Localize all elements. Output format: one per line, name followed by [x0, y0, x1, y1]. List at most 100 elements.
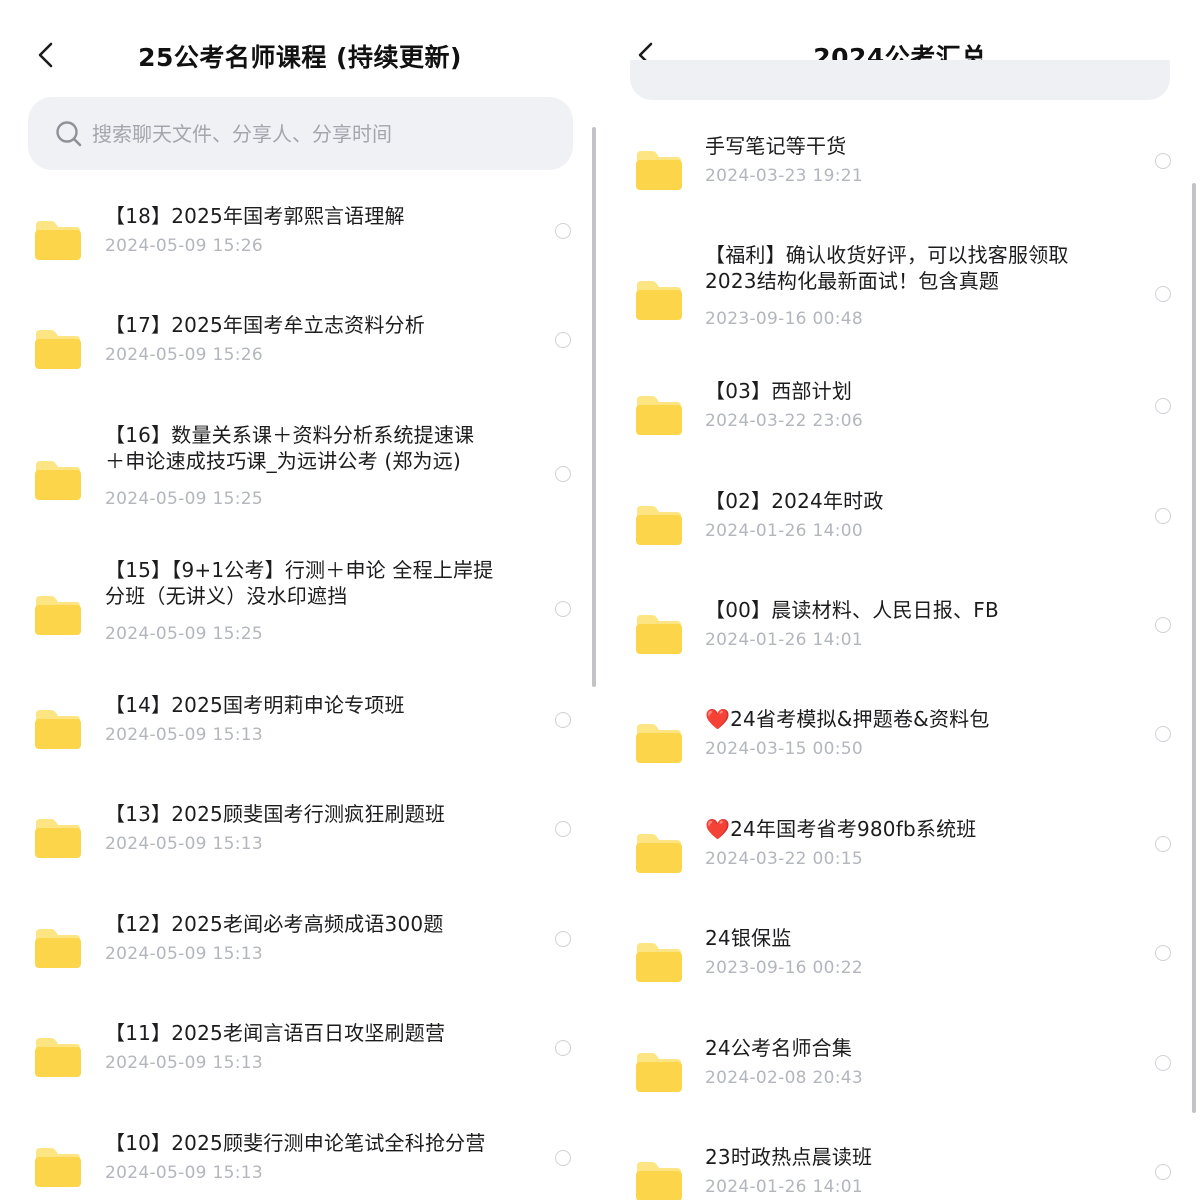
- select-radio[interactable]: [1155, 617, 1171, 633]
- list-item[interactable]: 【10】2025顾斐行测申论笔试全科抢分营 2024-05-09 15:13: [0, 1130, 600, 1200]
- folder-icon: [635, 1051, 683, 1093]
- scrollbar[interactable]: [1192, 183, 1196, 1113]
- file-name-text: 【17】2025年国考牟立志资料分析: [105, 313, 425, 337]
- file-name-text: 【14】2025国考明莉申论专项班: [105, 693, 405, 717]
- list-item[interactable]: 【14】2025国考明莉申论专项班 2024-05-09 15:13: [0, 692, 600, 792]
- file-name: 【17】2025年国考牟立志资料分析: [105, 312, 425, 338]
- file-date: 2023-09-16 00:48: [705, 309, 863, 329]
- file-name: 24银保监: [705, 925, 791, 951]
- list-item[interactable]: 【03】西部计划 2024-03-22 23:06: [600, 378, 1200, 478]
- scrollbar[interactable]: [592, 127, 596, 687]
- select-radio[interactable]: [555, 601, 571, 617]
- file-name: 【10】2025顾斐行测申论笔试全科抢分营: [105, 1130, 486, 1156]
- list-item[interactable]: 【17】2025年国考牟立志资料分析 2024-05-09 15:26: [0, 312, 600, 412]
- select-radio[interactable]: [1155, 726, 1171, 742]
- list-item[interactable]: 【12】2025老闻必考高频成语300题 2024-05-09 15:13: [0, 911, 600, 1011]
- file-name-text: 【11】2025老闻言语百日攻坚刷题营: [105, 1021, 446, 1045]
- folder-icon: [635, 279, 683, 321]
- select-radio[interactable]: [1155, 508, 1171, 524]
- file-date: 2023-09-16 00:22: [705, 958, 863, 978]
- list-item[interactable]: 【13】2025顾斐国考行测疯狂刷题班 2024-05-09 15:13: [0, 801, 600, 901]
- file-name: 【03】西部计划: [705, 378, 852, 404]
- search-icon: [56, 121, 82, 147]
- search-input[interactable]: [90, 115, 554, 153]
- file-name: 【02】2024年时政: [705, 488, 884, 514]
- select-radio[interactable]: [555, 1150, 571, 1166]
- folder-icon: [34, 1036, 82, 1078]
- file-date: 2024-03-23 19:21: [705, 166, 863, 186]
- file-name-text: 24银保监: [705, 926, 792, 950]
- search-box-partial[interactable]: [630, 60, 1170, 100]
- select-radio[interactable]: [1155, 153, 1171, 169]
- folder-icon: [34, 1146, 82, 1188]
- file-name: 【13】2025顾斐国考行测疯狂刷题班: [105, 801, 445, 827]
- list-item[interactable]: 23时政热点晨读班 2024-01-26 14:01: [600, 1144, 1200, 1200]
- list-item[interactable]: 24银保监 2023-09-16 00:22: [600, 925, 1200, 1025]
- select-radio[interactable]: [555, 223, 571, 239]
- folder-icon: [34, 817, 82, 859]
- file-date: 2024-05-09 15:13: [105, 944, 263, 964]
- file-name-text: 【13】2025顾斐国考行测疯狂刷题班: [105, 802, 446, 826]
- file-date: 2024-05-09 15:26: [105, 236, 263, 256]
- select-radio[interactable]: [1155, 945, 1171, 961]
- folder-icon: [34, 219, 82, 261]
- left-pane: 25公考名师课程 (持续更新) 【18】2025年国考郭熙言语理解 2024-05…: [0, 0, 600, 1200]
- file-name-text: 24公考名师合集: [705, 1036, 853, 1060]
- file-date: 2024-02-08 20:43: [705, 1068, 863, 1088]
- select-radio[interactable]: [555, 931, 571, 947]
- list-item[interactable]: 手写笔记等干货 2024-03-23 19:21: [600, 133, 1200, 233]
- list-item[interactable]: 【00】晨读材料、人民日报、FB 2024-01-26 14:01: [600, 597, 1200, 697]
- file-name: 【00】晨读材料、人民日报、FB: [705, 597, 999, 623]
- select-radio[interactable]: [555, 1040, 571, 1056]
- right-pane: 2024公考汇总 手写笔记等干货 2024-03-23 19:21 【福利】确认收货…: [600, 0, 1200, 1200]
- select-radio[interactable]: [1155, 1164, 1171, 1180]
- file-name: 23时政热点晨读班: [705, 1144, 872, 1170]
- file-date: 2024-03-15 00:50: [705, 739, 863, 759]
- list-item[interactable]: 【15】【9+1公考】行测＋申论 全程上岸提 分班（无讲义）没水印遮挡 2024-…: [0, 557, 600, 657]
- folder-icon: [635, 149, 683, 191]
- file-name-text: 手写笔记等干货: [705, 134, 847, 158]
- folder-icon: [34, 328, 82, 370]
- select-radio[interactable]: [1155, 836, 1171, 852]
- file-name: 【14】2025国考明莉申论专项班: [105, 692, 405, 718]
- file-date: 2024-05-09 15:13: [105, 1053, 263, 1073]
- select-radio[interactable]: [1155, 1055, 1171, 1071]
- select-radio[interactable]: [555, 466, 571, 482]
- select-radio[interactable]: [555, 821, 571, 837]
- folder-icon: [635, 394, 683, 436]
- list-item[interactable]: ❤️24省考模拟&押题卷&资料包 2024-03-15 00:50: [600, 706, 1200, 806]
- file-date: 2024-01-26 14:00: [705, 521, 863, 541]
- file-name-text: 23时政热点晨读班: [705, 1145, 873, 1169]
- select-radio[interactable]: [1155, 286, 1171, 302]
- folder-icon: [34, 927, 82, 969]
- file-name-text: 【10】2025顾斐行测申论笔试全科抢分营: [105, 1131, 486, 1155]
- file-name: 【16】数量关系课＋资料分析系统提速课 ＋申论速成技巧课_为远讲公考 (郑为远): [105, 422, 474, 474]
- file-date: 2024-05-09 15:26: [105, 345, 263, 365]
- list-item[interactable]: 【02】2024年时政 2024-01-26 14:00: [600, 488, 1200, 588]
- list-item[interactable]: ❤️24年国考省考980fb系统班 2024-03-22 00:15: [600, 816, 1200, 916]
- heart-icon: ❤️: [705, 817, 731, 841]
- file-name-text: 【02】2024年时政: [705, 489, 884, 513]
- list-item[interactable]: 【福利】确认收货好评，可以找客服领取 2023结构化最新面试！包含真题 2023-…: [600, 242, 1200, 342]
- file-date: 2024-05-09 15:25: [105, 624, 263, 644]
- list-item[interactable]: 24公考名师合集 2024-02-08 20:43: [600, 1035, 1200, 1135]
- file-date: 2024-05-09 15:13: [105, 1163, 263, 1183]
- heart-icon: ❤️: [705, 707, 731, 731]
- left-header: 25公考名师课程 (持续更新): [0, 0, 600, 110]
- file-name: ❤️24省考模拟&押题卷&资料包: [705, 706, 990, 732]
- list-item[interactable]: 【16】数量关系课＋资料分析系统提速课 ＋申论速成技巧课_为远讲公考 (郑为远)…: [0, 422, 600, 522]
- search-box[interactable]: [28, 97, 573, 170]
- list-item[interactable]: 【18】2025年国考郭熙言语理解 2024-05-09 15:26: [0, 203, 600, 303]
- file-name-text: 24年国考省考980fb系统班: [730, 817, 977, 841]
- select-radio[interactable]: [555, 712, 571, 728]
- list-item[interactable]: 【11】2025老闻言语百日攻坚刷题营 2024-05-09 15:13: [0, 1020, 600, 1120]
- select-radio[interactable]: [555, 332, 571, 348]
- file-date: 2024-05-09 15:25: [105, 489, 263, 509]
- file-name: 24公考名师合集: [705, 1035, 852, 1061]
- page-title: 25公考名师课程 (持续更新): [138, 43, 462, 72]
- folder-icon: [635, 1160, 683, 1200]
- folder-icon: [34, 594, 82, 636]
- file-date: 2024-01-26 14:01: [705, 630, 863, 650]
- folder-icon: [635, 832, 683, 874]
- select-radio[interactable]: [1155, 398, 1171, 414]
